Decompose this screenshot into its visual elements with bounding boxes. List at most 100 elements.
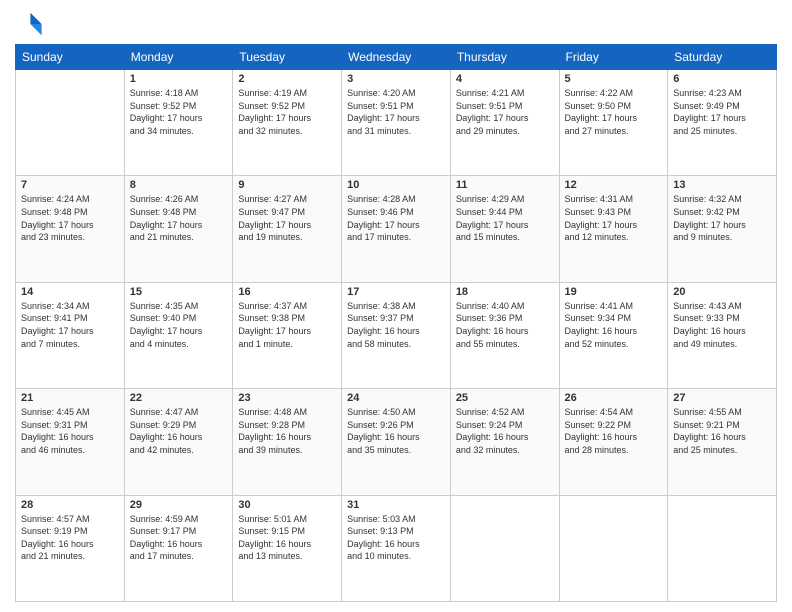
day-number: 28 [21,499,119,511]
day-info: Sunrise: 4:45 AM Sunset: 9:31 PM Dayligh… [21,406,119,456]
day-number: 12 [565,179,663,191]
day-info: Sunrise: 4:55 AM Sunset: 9:21 PM Dayligh… [673,406,771,456]
calendar-week-3: 14 Sunrise: 4:34 AM Sunset: 9:41 PM Dayli… [16,282,777,388]
day-number: 26 [565,392,663,404]
calendar-header-wednesday: Wednesday [342,45,451,70]
day-number: 27 [673,392,771,404]
day-info: Sunrise: 4:43 AM Sunset: 9:33 PM Dayligh… [673,300,771,350]
day-number: 25 [456,392,554,404]
calendar-week-2: 7Sunrise: 4:24 AM Sunset: 9:48 PM Daylig… [16,176,777,282]
day-info: Sunrise: 4:28 AM Sunset: 9:46 PM Dayligh… [347,193,445,243]
calendar-cell: 16 Sunrise: 4:37 AM Sunset: 9:38 PM Dayli… [233,282,342,388]
day-number: 10 [347,179,445,191]
calendar-cell [16,70,125,176]
day-number: 6 [673,73,771,85]
day-number: 24 [347,392,445,404]
day-info: Sunrise: 4:50 AM Sunset: 9:26 PM Dayligh… [347,406,445,456]
day-info: Sunrise: 4:26 AM Sunset: 9:48 PM Dayligh… [130,193,228,243]
day-number: 5 [565,73,663,85]
calendar-cell: 23 Sunrise: 4:48 AM Sunset: 9:28 PM Dayli… [233,389,342,495]
calendar-cell: 18Sunrise: 4:40 AM Sunset: 9:36 PM Dayli… [450,282,559,388]
calendar-cell: 22 Sunrise: 4:47 AM Sunset: 9:29 PM Dayli… [124,389,233,495]
day-info: Sunrise: 4:47 AM Sunset: 9:29 PM Dayligh… [130,406,228,456]
day-number: 19 [565,286,663,298]
day-info: Sunrise: 4:27 AM Sunset: 9:47 PM Dayligh… [238,193,336,243]
calendar-cell: 14 Sunrise: 4:34 AM Sunset: 9:41 PM Dayli… [16,282,125,388]
day-number: 2 [238,73,336,85]
calendar-header-row: SundayMondayTuesdayWednesdayThursdayFrid… [16,45,777,70]
day-info: Sunrise: 4:18 AM Sunset: 9:52 PM Dayligh… [130,87,228,137]
calendar-header-thursday: Thursday [450,45,559,70]
calendar-cell [559,495,668,601]
calendar-cell: 7Sunrise: 4:24 AM Sunset: 9:48 PM Daylig… [16,176,125,282]
calendar-table: SundayMondayTuesdayWednesdayThursdayFrid… [15,44,777,602]
calendar-cell: 31 Sunrise: 5:03 AM Sunset: 9:13 PM Dayli… [342,495,451,601]
day-info: Sunrise: 5:01 AM Sunset: 9:15 PM Dayligh… [238,513,336,563]
day-info: Sunrise: 4:31 AM Sunset: 9:43 PM Dayligh… [565,193,663,243]
calendar-cell: 13 Sunrise: 4:32 AM Sunset: 9:42 PM Dayli… [668,176,777,282]
calendar-cell: 20Sunrise: 4:43 AM Sunset: 9:33 PM Dayli… [668,282,777,388]
calendar-cell: 27 Sunrise: 4:55 AM Sunset: 9:21 PM Dayli… [668,389,777,495]
calendar-cell: 29 Sunrise: 4:59 AM Sunset: 9:17 PM Dayli… [124,495,233,601]
day-number: 22 [130,392,228,404]
day-info: Sunrise: 4:57 AM Sunset: 9:19 PM Dayligh… [21,513,119,563]
day-number: 23 [238,392,336,404]
day-info: Sunrise: 4:37 AM Sunset: 9:38 PM Dayligh… [238,300,336,350]
calendar-cell: 21 Sunrise: 4:45 AM Sunset: 9:31 PM Dayli… [16,389,125,495]
day-info: Sunrise: 4:32 AM Sunset: 9:42 PM Dayligh… [673,193,771,243]
day-info: Sunrise: 4:23 AM Sunset: 9:49 PM Dayligh… [673,87,771,137]
day-info: Sunrise: 4:38 AM Sunset: 9:37 PM Dayligh… [347,300,445,350]
calendar-cell [668,495,777,601]
calendar-cell: 30 Sunrise: 5:01 AM Sunset: 9:15 PM Dayli… [233,495,342,601]
calendar-header-tuesday: Tuesday [233,45,342,70]
calendar-week-4: 21 Sunrise: 4:45 AM Sunset: 9:31 PM Dayli… [16,389,777,495]
day-number: 13 [673,179,771,191]
calendar-cell: 11 Sunrise: 4:29 AM Sunset: 9:44 PM Dayli… [450,176,559,282]
logo-icon [15,10,43,38]
day-number: 9 [238,179,336,191]
day-number: 3 [347,73,445,85]
calendar-cell [450,495,559,601]
day-info: Sunrise: 5:03 AM Sunset: 9:13 PM Dayligh… [347,513,445,563]
day-number: 4 [456,73,554,85]
day-number: 29 [130,499,228,511]
day-number: 11 [456,179,554,191]
day-number: 31 [347,499,445,511]
calendar-cell: 9 Sunrise: 4:27 AM Sunset: 9:47 PM Daylig… [233,176,342,282]
day-info: Sunrise: 4:20 AM Sunset: 9:51 PM Dayligh… [347,87,445,137]
day-number: 17 [347,286,445,298]
calendar-cell: 6 Sunrise: 4:23 AM Sunset: 9:49 PM Daylig… [668,70,777,176]
day-info: Sunrise: 4:41 AM Sunset: 9:34 PM Dayligh… [565,300,663,350]
calendar-header-saturday: Saturday [668,45,777,70]
day-number: 16 [238,286,336,298]
day-info: Sunrise: 4:48 AM Sunset: 9:28 PM Dayligh… [238,406,336,456]
calendar-cell: 24 Sunrise: 4:50 AM Sunset: 9:26 PM Dayli… [342,389,451,495]
day-number: 21 [21,392,119,404]
day-info: Sunrise: 4:22 AM Sunset: 9:50 PM Dayligh… [565,87,663,137]
calendar-cell: 12 Sunrise: 4:31 AM Sunset: 9:43 PM Dayli… [559,176,668,282]
logo [15,10,47,38]
calendar-week-5: 28 Sunrise: 4:57 AM Sunset: 9:19 PM Dayli… [16,495,777,601]
calendar-cell: 2Sunrise: 4:19 AM Sunset: 9:52 PM Daylig… [233,70,342,176]
day-number: 8 [130,179,228,191]
calendar-header-monday: Monday [124,45,233,70]
day-number: 30 [238,499,336,511]
calendar-cell: 28 Sunrise: 4:57 AM Sunset: 9:19 PM Dayli… [16,495,125,601]
calendar-cell: 19 Sunrise: 4:41 AM Sunset: 9:34 PM Dayli… [559,282,668,388]
day-number: 15 [130,286,228,298]
header [15,10,777,38]
calendar-cell: 10 Sunrise: 4:28 AM Sunset: 9:46 PM Dayli… [342,176,451,282]
day-number: 1 [130,73,228,85]
page: SundayMondayTuesdayWednesdayThursdayFrid… [0,0,792,612]
calendar-header-sunday: Sunday [16,45,125,70]
calendar-cell: 8 Sunrise: 4:26 AM Sunset: 9:48 PM Daylig… [124,176,233,282]
day-info: Sunrise: 4:59 AM Sunset: 9:17 PM Dayligh… [130,513,228,563]
day-number: 18 [456,286,554,298]
calendar-cell: 4Sunrise: 4:21 AM Sunset: 9:51 PM Daylig… [450,70,559,176]
calendar-cell: 25Sunrise: 4:52 AM Sunset: 9:24 PM Dayli… [450,389,559,495]
day-info: Sunrise: 4:29 AM Sunset: 9:44 PM Dayligh… [456,193,554,243]
calendar-cell: 15Sunrise: 4:35 AM Sunset: 9:40 PM Dayli… [124,282,233,388]
day-number: 14 [21,286,119,298]
day-info: Sunrise: 4:34 AM Sunset: 9:41 PM Dayligh… [21,300,119,350]
calendar-cell: 26Sunrise: 4:54 AM Sunset: 9:22 PM Dayli… [559,389,668,495]
